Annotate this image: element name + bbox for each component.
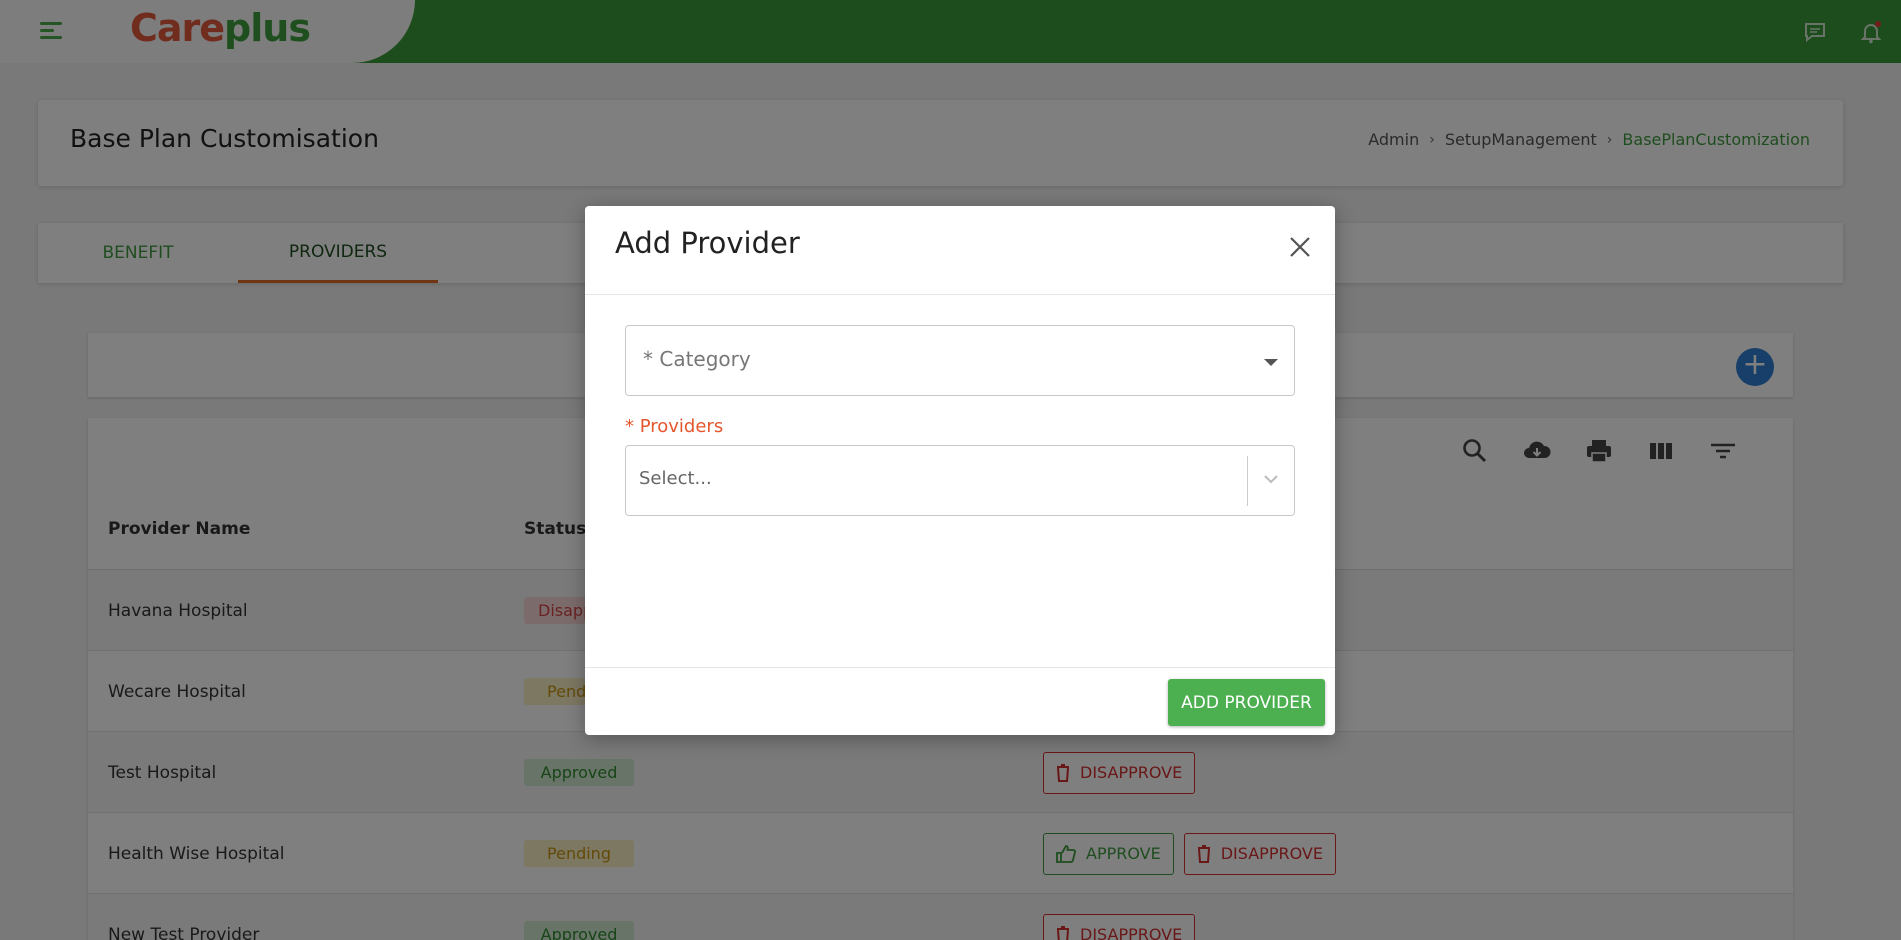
dialog-title: Add Provider <box>615 226 800 260</box>
dialog-header: Add Provider <box>585 206 1335 295</box>
dropdown-arrow-icon <box>1264 359 1278 366</box>
providers-placeholder: Select... <box>639 468 712 489</box>
select-divider <box>1247 456 1248 506</box>
category-placeholder: * Category <box>643 347 751 371</box>
dialog-footer-divider <box>585 667 1335 668</box>
providers-select[interactable]: Select... <box>625 445 1295 516</box>
close-icon[interactable] <box>1287 234 1313 260</box>
add-provider-button[interactable]: ADD PROVIDER <box>1168 679 1325 726</box>
category-select[interactable]: * Category <box>625 325 1295 396</box>
providers-label: * Providers <box>625 416 724 437</box>
add-provider-dialog: Add Provider * Category * Providers Sele… <box>585 206 1335 735</box>
chevron-down-icon[interactable] <box>1260 468 1282 490</box>
